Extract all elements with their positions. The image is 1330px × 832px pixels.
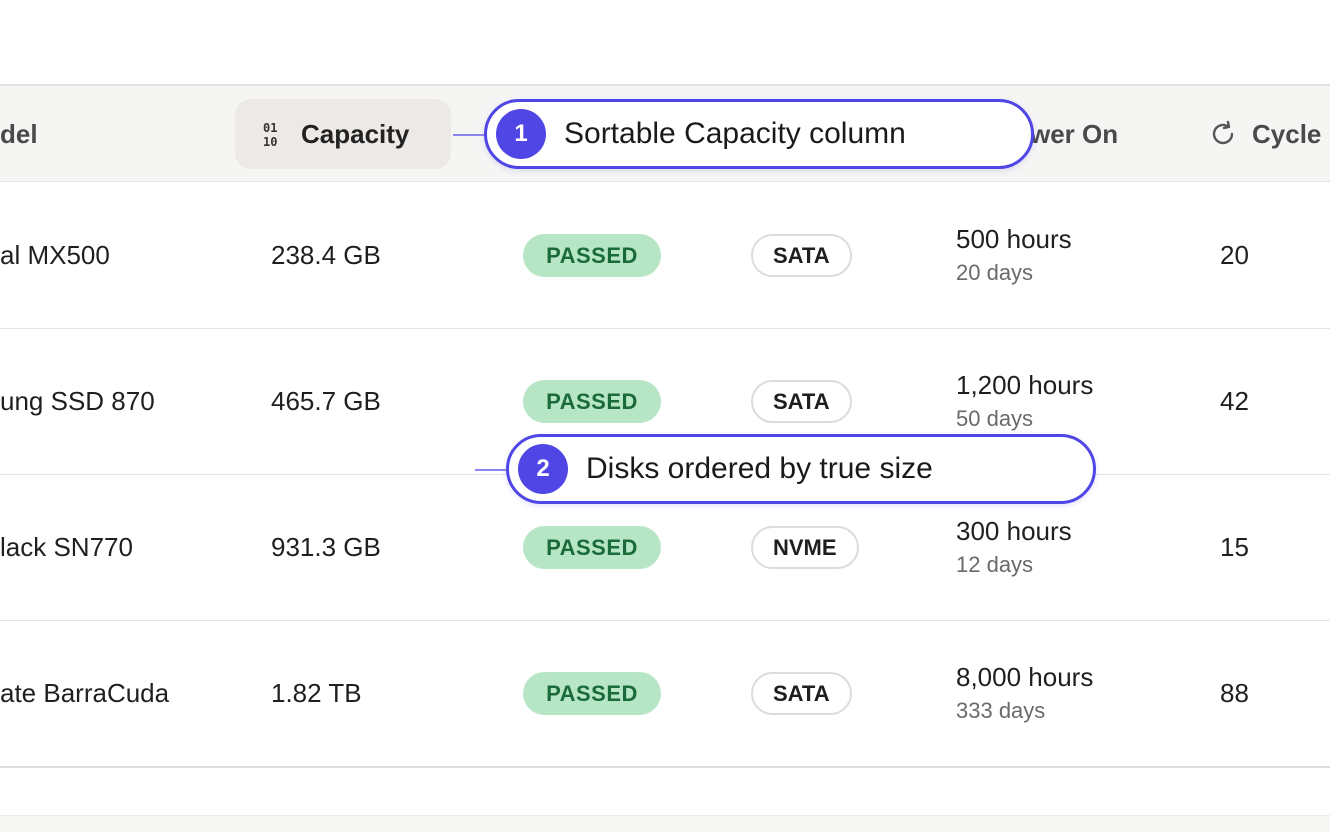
status-badge: PASSED bbox=[523, 526, 661, 569]
interface-badge: SATA bbox=[751, 380, 852, 423]
power-on-cell: 500 hours 20 days bbox=[956, 223, 1072, 287]
status-badge: PASSED bbox=[523, 380, 661, 423]
callout-text: Disks ordered by true size bbox=[586, 452, 933, 485]
model-cell: ung SSD 870 bbox=[0, 386, 155, 416]
interface-badge: SATA bbox=[751, 234, 852, 277]
cycles-cell: 42 bbox=[1220, 386, 1249, 416]
svg-text:10: 10 bbox=[263, 135, 277, 147]
power-hours: 8,000 hours bbox=[956, 662, 1094, 692]
callout-connector bbox=[475, 469, 508, 471]
capacity-cell: 931.3 GB bbox=[271, 532, 381, 562]
header-cycles[interactable]: Cycle bbox=[1208, 86, 1321, 182]
power-on-cell: 8,000 hours 333 days bbox=[956, 661, 1093, 725]
callout-number: 1 bbox=[496, 109, 546, 159]
refresh-icon bbox=[1208, 119, 1238, 149]
model-cell: lack SN770 bbox=[0, 532, 133, 562]
disk-table: del 01 10 Capacity wer On Cycle al MX500 bbox=[0, 84, 1330, 768]
table-row[interactable]: ate BarraCuda 1.82 TB PASSED SATA 8,000 … bbox=[0, 621, 1330, 767]
power-days: 333 days bbox=[956, 698, 1046, 723]
svg-text:01: 01 bbox=[263, 121, 277, 135]
capacity-cell: 1.82 TB bbox=[271, 678, 362, 708]
power-days: 12 days bbox=[956, 552, 1034, 577]
bottom-bar bbox=[0, 815, 1330, 832]
header-model[interactable]: del bbox=[0, 86, 38, 182]
status-badge: PASSED bbox=[523, 672, 661, 715]
callout-number: 2 bbox=[518, 444, 568, 494]
power-hours: 500 hours bbox=[956, 224, 1072, 254]
table-bottom-divider bbox=[0, 766, 1330, 768]
cycles-cell: 88 bbox=[1220, 678, 1249, 708]
callout-connector bbox=[453, 134, 486, 136]
callout-text: Sortable Capacity column bbox=[564, 117, 906, 150]
model-cell: ate BarraCuda bbox=[0, 678, 170, 708]
power-days: 20 days bbox=[956, 260, 1034, 285]
power-on-cell: 300 hours 12 days bbox=[956, 515, 1072, 579]
status-badge: PASSED bbox=[523, 234, 661, 277]
power-hours: 300 hours bbox=[956, 516, 1072, 546]
interface-badge: SATA bbox=[751, 672, 852, 715]
annotation-callout-2: 2 Disks ordered by true size bbox=[506, 434, 1096, 504]
header-capacity-sort-button[interactable]: 01 10 Capacity bbox=[235, 99, 451, 169]
table-row[interactable]: al MX500 238.4 GB PASSED SATA 500 hours … bbox=[0, 183, 1330, 329]
sort-numeric-icon: 01 10 bbox=[263, 121, 285, 147]
interface-badge: NVME bbox=[751, 526, 859, 569]
cycles-cell: 20 bbox=[1220, 240, 1249, 270]
power-hours: 1,200 hours bbox=[956, 370, 1094, 400]
capacity-cell: 465.7 GB bbox=[271, 386, 381, 416]
annotation-callout-1: 1 Sortable Capacity column bbox=[484, 99, 1034, 169]
cycles-cell: 15 bbox=[1220, 532, 1249, 562]
header-power-on[interactable]: wer On bbox=[1030, 86, 1118, 182]
model-cell: al MX500 bbox=[0, 240, 110, 270]
power-days: 50 days bbox=[956, 406, 1034, 431]
header-cycles-label: Cycle bbox=[1252, 118, 1322, 149]
power-on-cell: 1,200 hours 50 days bbox=[956, 369, 1093, 433]
capacity-cell: 238.4 GB bbox=[271, 240, 381, 270]
header-capacity-label: Capacity bbox=[301, 118, 410, 149]
